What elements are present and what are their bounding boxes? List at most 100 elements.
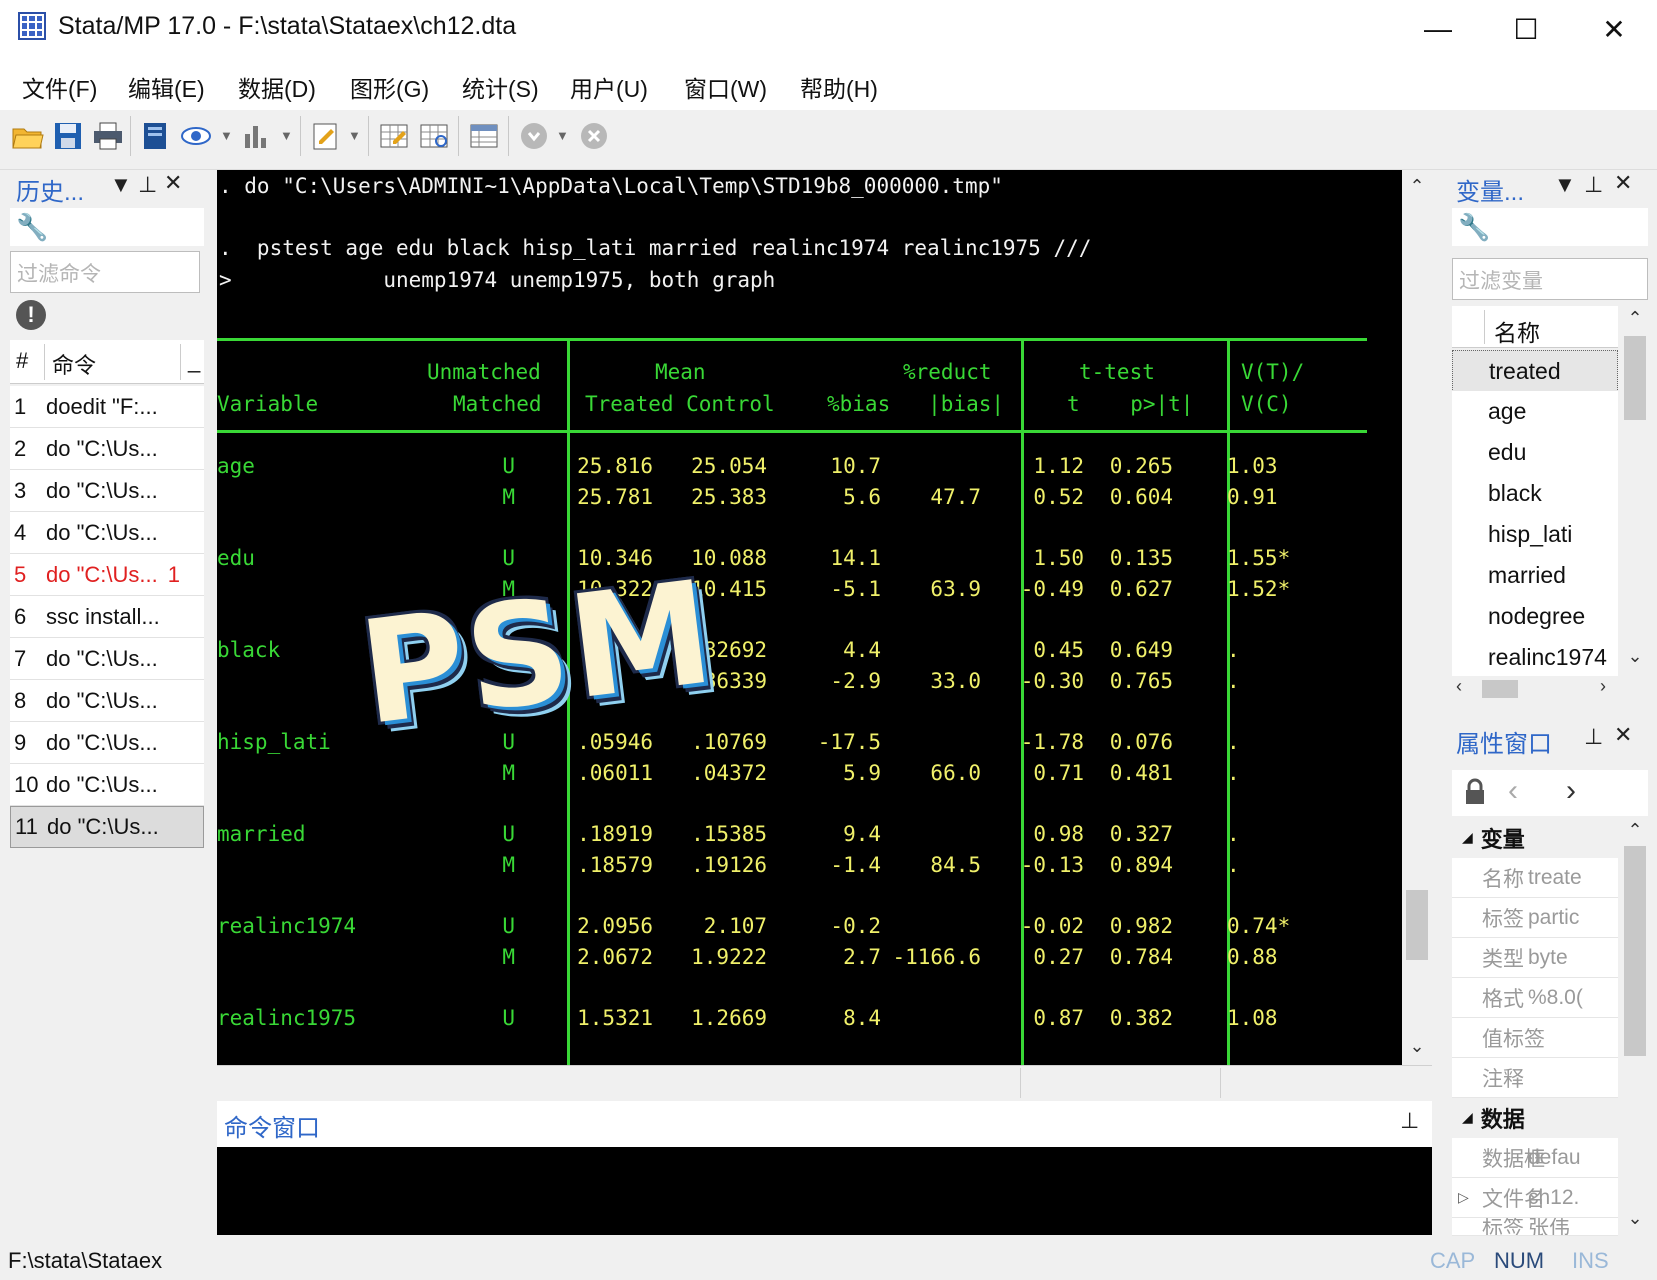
print-icon[interactable] xyxy=(90,118,126,154)
variables-hscroll[interactable] xyxy=(1452,676,1620,702)
menu-edit[interactable]: 编辑(E) xyxy=(128,70,205,104)
properties-section-variable[interactable]: ◢ 变量 xyxy=(1452,818,1618,858)
scroll-up-icon[interactable]: ⌃ xyxy=(1620,820,1650,841)
forward-icon[interactable]: › xyxy=(1566,774,1576,808)
menu-file[interactable]: 文件(F) xyxy=(22,70,97,104)
variables-filter-input[interactable]: 过滤变量 xyxy=(1452,258,1648,300)
save-icon[interactable] xyxy=(50,118,86,154)
variables-hscroll-thumb[interactable] xyxy=(1482,680,1518,698)
property-row[interactable]: 数据框 defau xyxy=(1452,1138,1618,1178)
results-hscroll[interactable] xyxy=(217,1065,1432,1101)
collapse-icon[interactable]: ◢ xyxy=(1462,830,1473,846)
scroll-down-icon[interactable]: ⌄ xyxy=(1402,1036,1432,1057)
error-icon[interactable]: ! xyxy=(16,300,46,330)
pin-icon[interactable]: ⊥ xyxy=(1400,1108,1419,1134)
variables-title[interactable]: 变量... xyxy=(1456,172,1524,207)
history-row[interactable]: 11 do "C:\Us... xyxy=(10,806,204,848)
variable-row[interactable]: edu xyxy=(1452,432,1618,474)
variables-scroll-thumb[interactable] xyxy=(1624,336,1646,420)
variable-row[interactable]: nodegree xyxy=(1452,596,1618,638)
history-row[interactable]: 3 do "C:\Us... xyxy=(10,470,204,512)
history-row[interactable]: 5 do "C:\Us... 1 xyxy=(10,554,204,596)
wrench-icon[interactable]: 🔧 xyxy=(16,212,48,243)
col-num[interactable]: # xyxy=(16,348,28,374)
close-icon[interactable]: ✕ xyxy=(164,170,182,196)
variable-row[interactable]: hisp_lati xyxy=(1452,514,1618,556)
variable-row[interactable]: realinc1974 xyxy=(1452,637,1618,679)
maximize-button[interactable]: ☐ xyxy=(1485,0,1567,58)
pin-icon[interactable]: ⊥ xyxy=(138,172,157,198)
back-icon[interactable]: ‹ xyxy=(1508,774,1518,808)
property-row[interactable]: 标签 partic xyxy=(1452,898,1618,938)
variables-manager-icon[interactable] xyxy=(466,118,502,154)
history-filter-input[interactable]: 过滤命令 xyxy=(10,251,200,293)
results-scroll-thumb[interactable] xyxy=(1406,890,1428,960)
menu-data[interactable]: 数据(D) xyxy=(238,70,316,104)
property-row[interactable]: 值标签 xyxy=(1452,1018,1618,1058)
do-editor-dropdown-icon[interactable]: ▼ xyxy=(348,128,361,143)
col-command[interactable]: 命令 xyxy=(52,348,96,380)
expand-icon[interactable]: ▷ xyxy=(1458,1189,1469,1206)
wrench-icon[interactable]: 🔧 xyxy=(1458,212,1490,243)
scroll-up-icon[interactable]: ⌃ xyxy=(1402,176,1432,197)
data-browser-icon[interactable] xyxy=(416,118,452,154)
collapse-icon[interactable]: ◢ xyxy=(1462,1110,1473,1126)
close-icon[interactable]: ✕ xyxy=(1614,170,1632,196)
property-row[interactable]: 格式 %8.0( xyxy=(1452,978,1618,1018)
menu-window[interactable]: 窗口(W) xyxy=(684,70,767,104)
filter-icon[interactable]: ▼ xyxy=(110,172,132,198)
history-row[interactable]: 1 doedit "F:... xyxy=(10,386,204,428)
history-row[interactable]: 4 do "C:\Us... xyxy=(10,512,204,554)
command-input[interactable] xyxy=(217,1147,1432,1235)
history-title[interactable]: 历史... xyxy=(16,172,84,207)
properties-section-data[interactable]: ◢ 数据 xyxy=(1452,1098,1618,1138)
history-row[interactable]: 9 do "C:\Us... xyxy=(10,722,204,764)
scroll-left-icon[interactable]: ‹ xyxy=(1456,676,1462,697)
pin-icon[interactable]: ⊥ xyxy=(1584,172,1603,198)
minimize-button[interactable]: — xyxy=(1397,0,1479,58)
log-icon[interactable] xyxy=(138,118,174,154)
variable-row[interactable]: married xyxy=(1452,555,1618,597)
history-row[interactable]: 10 do "C:\Us... xyxy=(10,764,204,806)
data-editor-icon[interactable] xyxy=(376,118,412,154)
close-button[interactable]: ✕ xyxy=(1573,0,1655,58)
viewer-icon[interactable] xyxy=(178,118,214,154)
menu-user[interactable]: 用户(U) xyxy=(570,70,648,104)
col-extra[interactable]: _ xyxy=(188,348,200,374)
close-icon[interactable]: ✕ xyxy=(1614,722,1632,748)
graph-icon[interactable] xyxy=(238,118,274,154)
history-row[interactable]: 6 ssc install... xyxy=(10,596,204,638)
properties-scroll-thumb[interactable] xyxy=(1624,846,1646,1056)
viewer-dropdown-icon[interactable]: ▼ xyxy=(220,128,233,143)
menu-help[interactable]: 帮助(H) xyxy=(800,70,878,104)
property-row[interactable]: ▷ 文件名 ch12. xyxy=(1452,1178,1618,1218)
more-icon[interactable] xyxy=(516,118,552,154)
pin-icon[interactable]: ⊥ xyxy=(1584,724,1603,750)
more-dropdown-icon[interactable]: ▼ xyxy=(556,128,569,143)
history-row[interactable]: 7 do "C:\Us... xyxy=(10,638,204,680)
properties-title[interactable]: 属性窗口 xyxy=(1456,724,1552,759)
menu-graphics[interactable]: 图形(G) xyxy=(350,70,429,104)
graph-dropdown-icon[interactable]: ▼ xyxy=(280,128,293,143)
property-row[interactable]: 类型 byte xyxy=(1452,938,1618,978)
property-row[interactable]: 名称 treate xyxy=(1452,858,1618,898)
property-row[interactable]: 标签 张伟 xyxy=(1452,1218,1618,1236)
variable-row[interactable]: black xyxy=(1452,473,1618,515)
scroll-down-icon[interactable]: ⌄ xyxy=(1620,1208,1650,1229)
scroll-down-icon[interactable]: ⌄ xyxy=(1620,646,1650,667)
do-editor-icon[interactable] xyxy=(308,118,344,154)
break-icon[interactable] xyxy=(576,118,612,154)
scroll-up-icon[interactable]: ⌃ xyxy=(1620,308,1650,329)
menu-statistics[interactable]: 统计(S) xyxy=(462,70,539,104)
property-row[interactable]: 注释 xyxy=(1452,1058,1618,1098)
variable-row[interactable]: age xyxy=(1452,391,1618,433)
filter-icon[interactable]: ▼ xyxy=(1554,172,1576,198)
scroll-right-icon[interactable]: › xyxy=(1600,676,1606,697)
history-row[interactable]: 2 do "C:\Us... xyxy=(10,428,204,470)
col-name[interactable]: 名称 xyxy=(1494,314,1540,348)
variable-row[interactable]: treated xyxy=(1452,350,1618,392)
history-row[interactable]: 8 do "C:\Us... xyxy=(10,680,204,722)
open-icon[interactable] xyxy=(10,118,46,154)
lock-icon[interactable] xyxy=(1464,778,1486,811)
command-title[interactable]: 命令窗口 xyxy=(224,1108,320,1143)
